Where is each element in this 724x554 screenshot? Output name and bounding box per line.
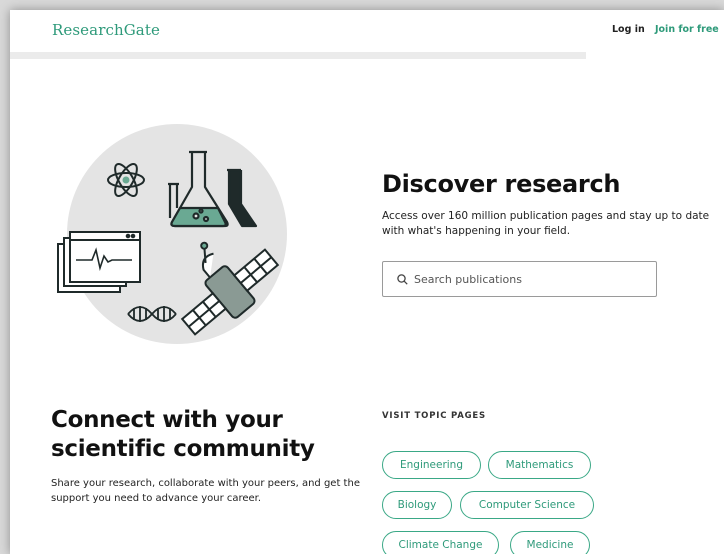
header-divider-bar [10,52,586,59]
site-header: ResearchGate Log in Join for free [10,10,724,52]
researchgate-logo[interactable]: ResearchGate [52,21,160,39]
waveform-monitor-icon [57,231,141,293]
community-title-line2: scientific community [51,436,315,462]
browser-page: ResearchGate Log in Join for free Discov… [10,10,724,554]
topic-chip-medicine[interactable]: Medicine [510,531,590,554]
hero-subtitle: Access over 160 million publication page… [382,210,710,237]
topic-chip-engineering[interactable]: Engineering [382,451,481,479]
topic-chip-biology[interactable]: Biology [382,491,452,519]
topic-chip-climate-change[interactable]: Climate Change [382,531,499,554]
community-subtitle: Share your research, collaborate with yo… [51,478,360,504]
search-icon [397,273,408,285]
research-illustration [57,124,287,344]
join-for-free-link[interactable]: Join for free [655,24,719,35]
search-box[interactable] [382,261,657,297]
community-title-line1: Connect with your [51,407,283,433]
search-input[interactable] [414,272,644,286]
community-title: Connect with your scientific community [51,406,361,464]
topics-label: VISIT TOPIC PAGES [382,411,486,421]
login-link[interactable]: Log in [612,24,645,35]
topic-chip-computer-science[interactable]: Computer Science [460,491,594,519]
hero-title: Discover research [382,170,621,198]
topic-chip-mathematics[interactable]: Mathematics [488,451,591,479]
